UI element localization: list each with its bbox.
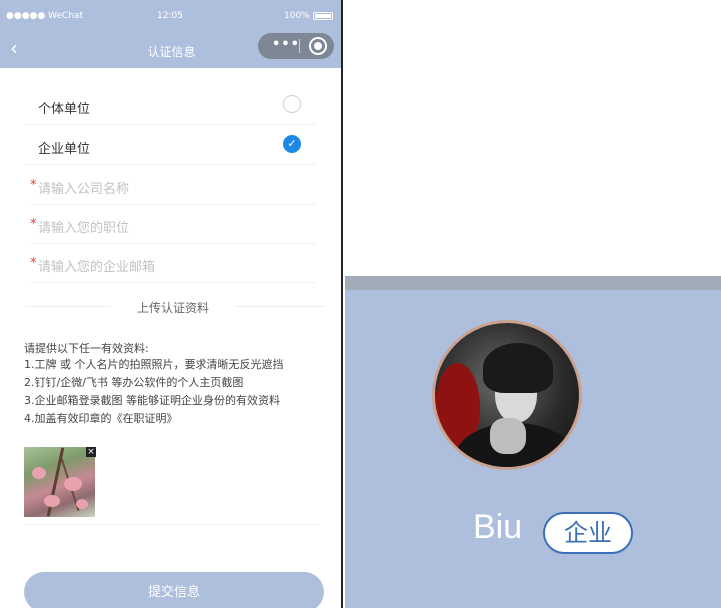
requirement-line: 3.企业邮箱登录截图 等能够证明企业身份的有效资料 <box>24 394 280 407</box>
company-name-placeholder: 请输入公司名称 <box>38 182 130 197</box>
thumbnail-detail <box>76 499 88 509</box>
thumbnail-detail <box>44 495 60 507</box>
avatar[interactable] <box>432 320 582 470</box>
company-name-field[interactable]: * 请输入公司名称 <box>30 166 315 205</box>
required-mark: * <box>30 256 37 271</box>
option-individual[interactable]: 个体单位 <box>25 86 315 125</box>
divider-line <box>235 306 325 307</box>
status-bar: ●●●●● WeChat 12:05 100% <box>0 0 341 30</box>
uploaded-image-thumbnail[interactable] <box>24 447 95 517</box>
option-enterprise[interactable]: 企业单位 ✓ <box>25 126 315 165</box>
requirement-line: 2.钉钉/企微/飞书 等办公软件的个人主页截图 <box>24 376 244 389</box>
user-name: Biu <box>473 508 523 546</box>
phone-screen: ●●●●● WeChat 12:05 100% ‹ 认证信息 ••• 个体单位 … <box>0 0 343 608</box>
option-label: 企业单位 <box>38 142 91 157</box>
remove-image-icon[interactable]: × <box>86 447 96 457</box>
thumbnail-detail <box>64 477 82 491</box>
email-placeholder: 请输入您的企业邮箱 <box>38 260 156 275</box>
position-placeholder: 请输入您的职位 <box>38 221 130 236</box>
battery-percent: 100% <box>284 11 310 21</box>
capsule-divider <box>299 39 300 53</box>
enterprise-badge: 企业 <box>543 512 633 554</box>
divider-line <box>25 306 111 307</box>
position-field[interactable]: * 请输入您的职位 <box>30 205 315 244</box>
upload-title: 上传认证资料 <box>136 301 209 315</box>
carrier-label: ●●●●● WeChat <box>6 11 84 21</box>
option-label: 个体单位 <box>38 102 91 117</box>
email-field[interactable]: * 请输入您的企业邮箱 <box>30 244 315 283</box>
required-mark: * <box>30 178 37 193</box>
nav-bar: ‹ 认证信息 ••• <box>0 30 341 68</box>
battery-icon <box>313 12 333 20</box>
avatar-detail <box>483 343 553 393</box>
thumbnail-detail <box>32 467 46 479</box>
profile-card: Biu 企业 <box>345 276 721 608</box>
requirement-line: 请提供以下任一有效资料: <box>24 342 149 355</box>
requirement-line: 1.工牌 或 个人名片的拍照照片，要求清晰无反光遮挡 <box>24 358 284 371</box>
required-mark: * <box>30 217 37 232</box>
close-program-icon[interactable] <box>309 37 327 55</box>
avatar-detail <box>490 418 526 454</box>
radio-checked-icon[interactable]: ✓ <box>283 135 301 153</box>
clock: 12:05 <box>157 11 183 21</box>
more-icon[interactable]: ••• <box>272 37 300 52</box>
upload-section-header: 上传认证资料 <box>25 296 325 316</box>
divider-line <box>24 524 320 525</box>
mini-program-capsule: ••• <box>258 33 334 59</box>
radio-unchecked-icon[interactable] <box>283 95 301 113</box>
requirement-line: 4.加盖有效印章的《在职证明》 <box>24 412 178 425</box>
submit-button[interactable]: 提交信息 <box>24 572 324 608</box>
